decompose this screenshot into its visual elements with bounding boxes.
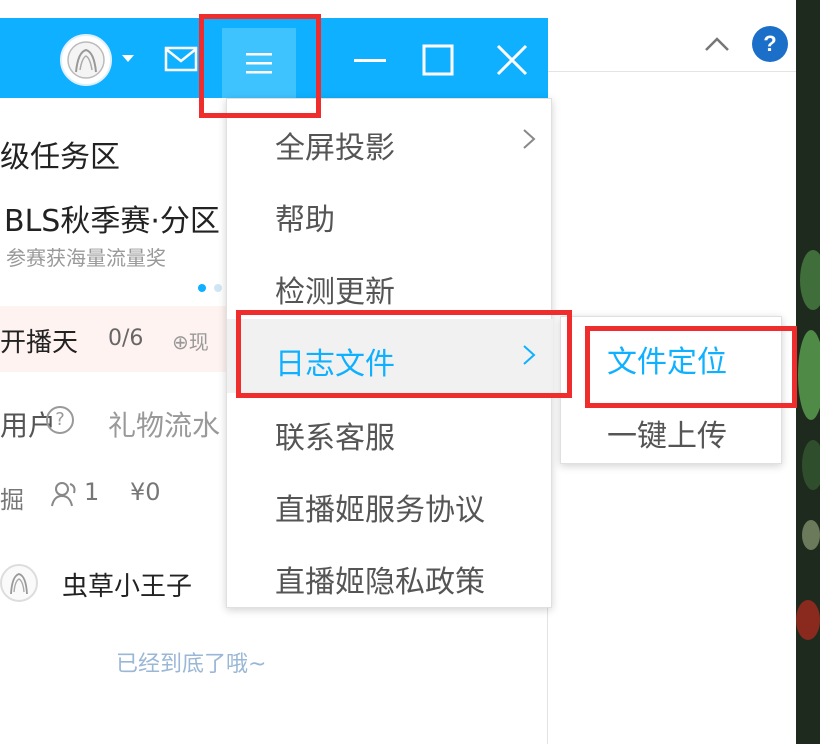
menu-item-label: 直播姬服务协议: [275, 493, 485, 528]
menu-item-privacy-policy[interactable]: 直播姬隐私政策: [227, 537, 553, 611]
menu-item-label: 帮助: [275, 203, 335, 238]
task-label: 开播天: [0, 328, 79, 358]
game-background: [796, 0, 820, 744]
menu-item-service-agreement[interactable]: 直播姬服务协议: [227, 465, 553, 539]
question-circle-icon[interactable]: ?: [46, 406, 74, 434]
stat-people-count: 1: [84, 478, 100, 506]
highlight-box-menu-button: [199, 14, 321, 118]
chevron-up-icon[interactable]: [700, 28, 734, 62]
highlight-box-locate-file: [585, 326, 797, 408]
mail-icon[interactable]: [164, 44, 198, 74]
close-icon[interactable]: [492, 40, 532, 80]
tab-gift-flow[interactable]: 礼物流水: [108, 404, 220, 444]
list-user-name[interactable]: 虫草小王子: [62, 566, 192, 603]
menu-item-label: 联系客服: [275, 421, 395, 456]
list-end-text: 已经到底了哦~: [116, 652, 267, 677]
task-extra: ⊕现: [172, 330, 209, 354]
highlight-box-log-files: [236, 310, 572, 398]
event-subtitle: 参赛获海量流量奖: [6, 246, 166, 270]
carousel-dot-active[interactable]: [198, 284, 206, 292]
people-icon: [50, 480, 80, 508]
minimize-icon[interactable]: [350, 40, 390, 80]
maximize-icon[interactable]: [418, 40, 458, 80]
event-title[interactable]: BLS秋季赛·分区: [4, 196, 220, 240]
menu-item-help[interactable]: 帮助: [227, 175, 553, 249]
user-avatar-icon[interactable]: [0, 564, 38, 602]
menu-item-label: 直播姬隐私政策: [275, 565, 485, 600]
stat-money: ¥0: [130, 478, 161, 506]
menu-item-label: 全屏投影: [275, 131, 395, 166]
carousel-dot[interactable]: [214, 284, 222, 292]
chevron-right-icon: [523, 129, 536, 149]
task-count: 0/6: [108, 326, 144, 351]
menu-item-label: 检测更新: [275, 275, 395, 310]
menu-item-contact-support[interactable]: 联系客服: [227, 393, 553, 467]
section-title: 级任务区: [0, 140, 120, 175]
stat-label: 掘: [0, 486, 24, 514]
submenu-item-label: 一键上传: [607, 419, 727, 454]
help-icon[interactable]: ?: [752, 26, 788, 62]
caret-down-icon[interactable]: [120, 50, 136, 66]
avatar-icon[interactable]: [60, 34, 112, 86]
